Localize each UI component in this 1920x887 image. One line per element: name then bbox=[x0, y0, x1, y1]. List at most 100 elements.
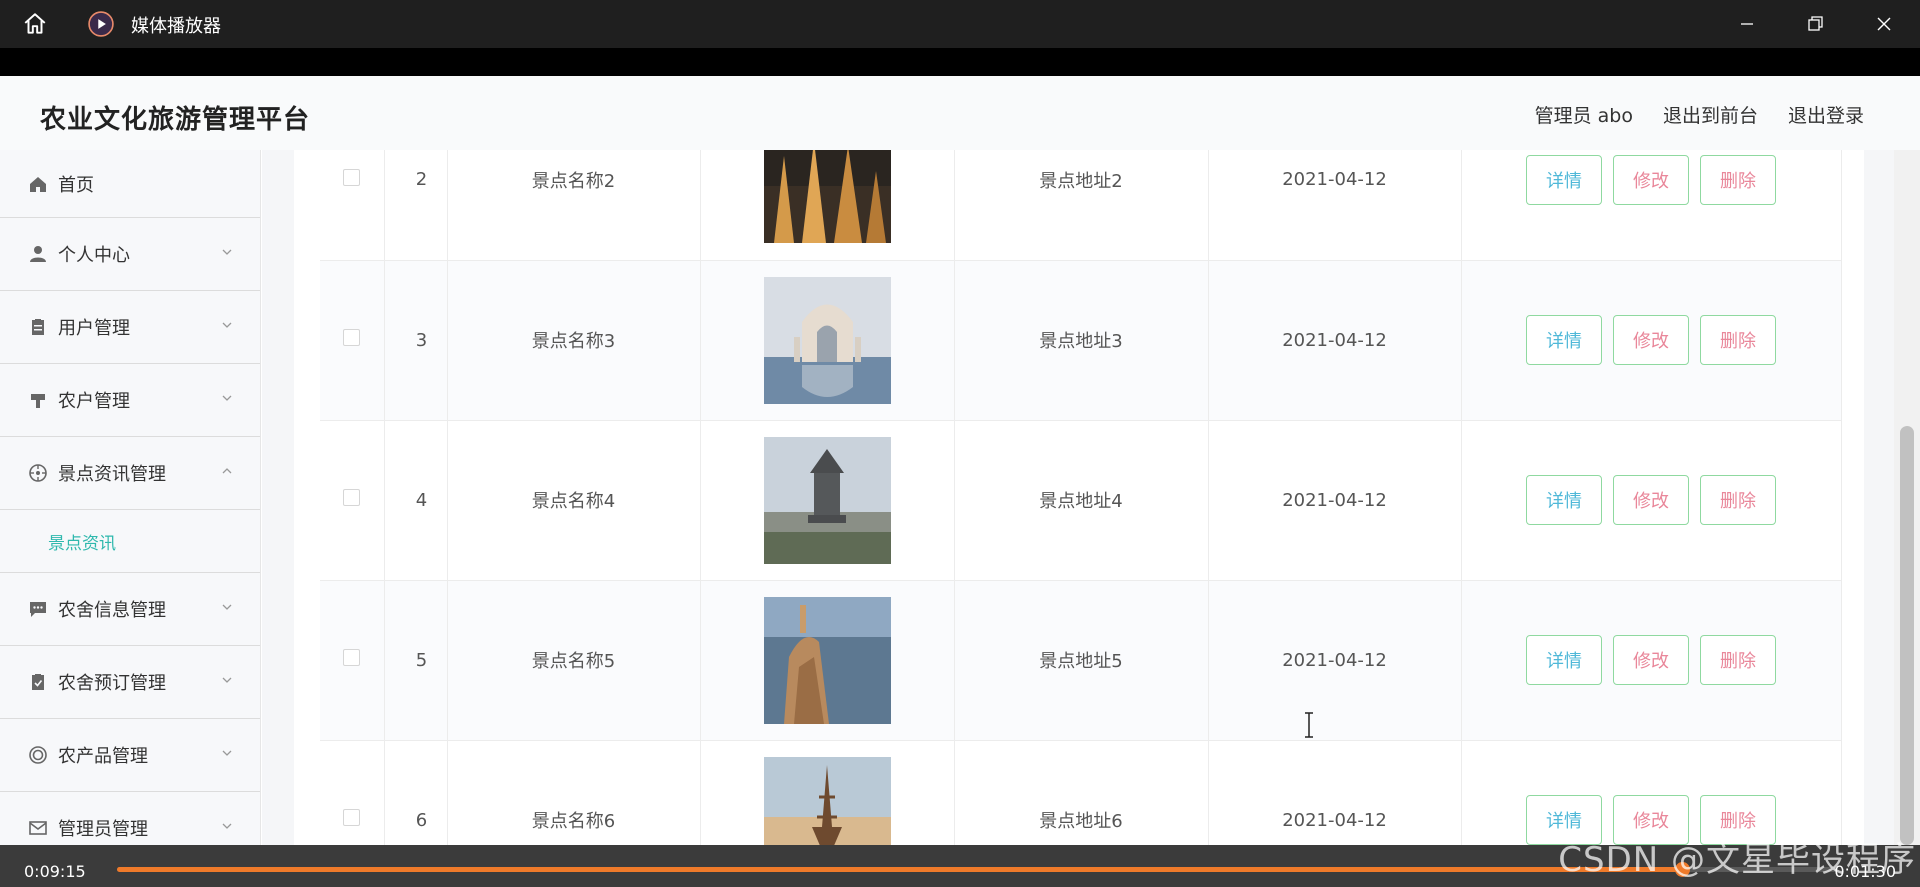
compass-icon bbox=[29, 464, 47, 482]
spot-name: 景点名称2 bbox=[447, 150, 701, 261]
video-letterbox bbox=[0, 48, 1920, 76]
chevron-down-icon bbox=[222, 395, 232, 401]
sidebar-item-label: 农户管理 bbox=[58, 391, 130, 412]
row-index: 2 bbox=[384, 150, 448, 261]
circle-icon bbox=[29, 746, 47, 764]
row-checkbox[interactable] bbox=[343, 649, 361, 666]
sidebar-item-farmer-management[interactable]: 农户管理 bbox=[0, 364, 260, 437]
current-time: 0:09:15 bbox=[24, 862, 86, 881]
detail-button[interactable]: 详情 bbox=[1526, 475, 1602, 525]
row-checkbox[interactable] bbox=[343, 489, 361, 506]
sidebar-item-farmhouse-booking-management[interactable]: 农舍预订管理 bbox=[0, 646, 260, 719]
detail-button[interactable]: 详情 bbox=[1526, 635, 1602, 685]
sidebar-item-personal-center[interactable]: 个人中心 bbox=[0, 218, 260, 291]
table-row: 4 景点名称4 景点地址4 2021-04-12 详情 修改 删除 bbox=[320, 420, 1842, 581]
mail-icon bbox=[29, 821, 47, 835]
chevron-down-icon bbox=[222, 677, 232, 683]
edit-button[interactable]: 修改 bbox=[1613, 635, 1689, 685]
sidebar-item-label: 首页 bbox=[58, 174, 94, 196]
watermark: CSDN @文星毕设程序 bbox=[1558, 840, 1916, 880]
chevron-down-icon bbox=[222, 823, 232, 829]
spot-date: 2021-04-12 bbox=[1208, 260, 1462, 421]
row-checkbox[interactable] bbox=[343, 809, 361, 826]
player-titlebar: 媒体播放器 bbox=[0, 0, 1920, 48]
sidebar-item-farmhouse-info-management[interactable]: 农舍信息管理 bbox=[0, 573, 260, 646]
restore-icon[interactable] bbox=[1801, 10, 1829, 38]
sidebar-item-label: 用户管理 bbox=[58, 318, 130, 339]
spot-date: 2021-04-12 bbox=[1208, 150, 1462, 261]
spot-address: 景点地址4 bbox=[954, 420, 1209, 581]
row-index: 4 bbox=[384, 420, 448, 581]
scenic-spot-table: 2 景点名称2 景点地址2 2021-04-12 详情 修改 删除 3 景点名称… bbox=[320, 150, 1842, 845]
sidebar-item-user-management[interactable]: 用户管理 bbox=[0, 291, 260, 364]
chevron-down-icon bbox=[222, 249, 232, 255]
sidebar: 首页 个人中心 用户管理 农户管理 景点资讯管理 景点资讯 农舍信息管理 农舍预… bbox=[0, 150, 261, 845]
sidebar-item-admin-management[interactable]: 管理员管理 bbox=[0, 792, 260, 845]
table-row: 2 景点名称2 景点地址2 2021-04-12 详情 修改 删除 bbox=[320, 150, 1842, 261]
close-icon[interactable] bbox=[1870, 10, 1898, 38]
app-header: 农业文化旅游管理平台 管理员 abo 退出到前台 退出登录 bbox=[0, 76, 1920, 150]
chevron-up-icon bbox=[222, 468, 232, 474]
sidebar-subitem-scenic-news[interactable]: 景点资讯 bbox=[0, 510, 260, 573]
table-row: 3 景点名称3 景点地址3 2021-04-12 详情 修改 删除 bbox=[320, 260, 1842, 421]
spot-thumbnail[interactable] bbox=[763, 596, 891, 724]
spot-thumbnail[interactable] bbox=[763, 756, 891, 846]
sidebar-item-label: 景点资讯管理 bbox=[58, 464, 166, 485]
home-icon[interactable] bbox=[22, 11, 48, 37]
sidebar-item-home[interactable]: 首页 bbox=[0, 150, 260, 218]
spot-thumbnail[interactable] bbox=[763, 276, 891, 404]
admin-user-label[interactable]: 管理员 abo bbox=[1535, 101, 1633, 128]
spot-address: 景点地址5 bbox=[954, 580, 1209, 741]
brush-icon bbox=[31, 394, 45, 408]
spot-address: 景点地址6 bbox=[954, 740, 1209, 845]
spot-date: 2021-04-12 bbox=[1208, 420, 1462, 581]
sidebar-item-label: 农产品管理 bbox=[58, 746, 148, 767]
scrollbar-track[interactable] bbox=[1894, 150, 1920, 845]
edit-button[interactable]: 修改 bbox=[1613, 475, 1689, 525]
sidebar-item-label: 农舍信息管理 bbox=[58, 600, 166, 621]
delete-button[interactable]: 删除 bbox=[1700, 154, 1776, 205]
sidebar-item-label: 管理员管理 bbox=[58, 819, 148, 840]
edit-button[interactable]: 修改 bbox=[1613, 315, 1689, 365]
delete-button[interactable]: 删除 bbox=[1700, 315, 1776, 365]
sidebar-item-scenic-news-management[interactable]: 景点资讯管理 bbox=[0, 437, 260, 510]
sidebar-item-label: 个人中心 bbox=[58, 245, 130, 266]
minimize-icon[interactable] bbox=[1733, 10, 1761, 38]
sidebar-subitem-label: 景点资讯 bbox=[48, 533, 116, 554]
logout-link[interactable]: 退出登录 bbox=[1788, 101, 1864, 128]
row-checkbox[interactable] bbox=[343, 329, 361, 346]
app-title: 媒体播放器 bbox=[131, 16, 221, 37]
scrollbar-thumb[interactable] bbox=[1900, 426, 1914, 845]
table-row: 6 景点名称6 景点地址6 2021-04-12 详情 修改 删除 bbox=[320, 740, 1842, 846]
edit-button[interactable]: 修改 bbox=[1613, 154, 1689, 205]
row-index: 3 bbox=[384, 260, 448, 421]
spot-name: 景点名称5 bbox=[447, 580, 701, 741]
row-actions: 详情 修改 删除 bbox=[1462, 635, 1841, 685]
detail-button[interactable]: 详情 bbox=[1526, 154, 1602, 205]
delete-button[interactable]: 删除 bbox=[1700, 635, 1776, 685]
sidebar-item-label: 农舍预订管理 bbox=[58, 673, 166, 694]
row-index: 5 bbox=[384, 580, 448, 741]
chevron-down-icon bbox=[222, 322, 232, 328]
row-actions: 详情 修改 删除 bbox=[1462, 154, 1841, 205]
home-icon bbox=[30, 176, 46, 192]
site-title: 农业文化旅游管理平台 bbox=[40, 105, 311, 135]
delete-button[interactable]: 删除 bbox=[1700, 475, 1776, 525]
spot-address: 景点地址2 bbox=[954, 150, 1209, 261]
checklist-icon bbox=[32, 674, 44, 690]
spot-name: 景点名称6 bbox=[447, 740, 701, 845]
row-actions: 详情 修改 删除 bbox=[1462, 315, 1841, 365]
media-player-icon bbox=[88, 11, 114, 37]
spot-name: 景点名称3 bbox=[447, 260, 701, 421]
spot-date: 2021-04-12 bbox=[1208, 580, 1462, 741]
sidebar-item-farm-product-management[interactable]: 农产品管理 bbox=[0, 719, 260, 792]
progress-fill bbox=[117, 867, 1683, 872]
spot-thumbnail[interactable] bbox=[763, 150, 891, 244]
exit-to-frontend-link[interactable]: 退出到前台 bbox=[1663, 101, 1758, 128]
row-checkbox[interactable] bbox=[343, 168, 361, 186]
spot-thumbnail[interactable] bbox=[763, 436, 891, 564]
table-row: 5 景点名称5 景点地址5 2021-04-12 详情 修改 删除 bbox=[320, 580, 1842, 741]
detail-button[interactable]: 详情 bbox=[1526, 315, 1602, 365]
spot-date: 2021-04-12 bbox=[1208, 740, 1462, 845]
main-content: 2 景点名称2 景点地址2 2021-04-12 详情 修改 删除 3 景点名称… bbox=[262, 150, 1920, 845]
